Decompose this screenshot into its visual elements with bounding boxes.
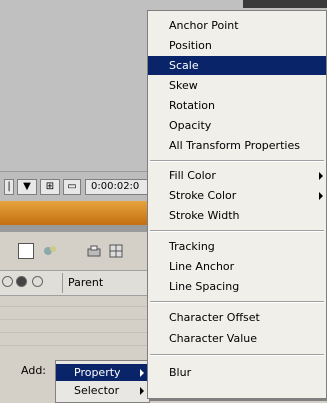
toolbar-left-button[interactable]: |: [4, 179, 14, 195]
menu-item-opacity[interactable]: Opacity: [148, 116, 326, 135]
add-label: Add:: [21, 364, 47, 377]
timeline-divider: [0, 225, 150, 232]
timeline-tab-strip: [0, 201, 150, 225]
menu-item-position[interactable]: Position: [148, 36, 326, 55]
menu-item-label: Fill Color: [169, 169, 216, 182]
layer-row: [0, 307, 150, 320]
lock-column-icon[interactable]: [2, 276, 13, 287]
safe-zones-icon[interactable]: ▭: [63, 179, 81, 195]
quality-column-icon[interactable]: [16, 276, 27, 287]
layer-rows: [0, 294, 150, 354]
submenu-item-label: Selector: [74, 384, 120, 397]
menu-item-skew[interactable]: Skew: [148, 76, 326, 95]
menu-item-fill-color[interactable]: Fill Color: [148, 166, 326, 185]
menu-item-character-offset[interactable]: Character Offset: [148, 308, 326, 327]
grid-toggle-icon[interactable]: ⊞: [40, 179, 60, 195]
menu-separator: [150, 230, 324, 232]
submenu-item-label: Property: [74, 366, 121, 379]
current-time-display[interactable]: 0:00:02:0: [85, 179, 155, 195]
parent-column-label[interactable]: Parent: [68, 276, 103, 289]
menu-item-character-value[interactable]: Character Value: [148, 329, 326, 348]
add-submenu: Property Selector: [55, 360, 150, 403]
motion-blur-icon[interactable]: [108, 243, 124, 259]
layer-row: [0, 333, 150, 346]
menu-item-line-spacing[interactable]: Line Spacing: [148, 277, 326, 296]
property-menu: Anchor Point Position Scale Skew Rotatio…: [147, 10, 327, 399]
submenu-arrow-icon: [319, 192, 323, 200]
layer-column-header: Parent: [0, 270, 150, 296]
menu-item-anchor-point[interactable]: Anchor Point: [148, 16, 326, 35]
menu-item-stroke-width[interactable]: Stroke Width: [148, 206, 326, 225]
menu-separator: [150, 301, 324, 303]
layer-row: [0, 320, 150, 333]
menu-item-all-transform-properties[interactable]: All Transform Properties: [148, 136, 326, 155]
effects-column-icon[interactable]: [32, 276, 43, 287]
menu-item-tracking[interactable]: Tracking: [148, 237, 326, 256]
menu-separator: [150, 354, 324, 356]
viewer-toolbar: | ▼ ⊞ ▭ 0:00:02:0: [0, 171, 155, 202]
menu-item-stroke-color[interactable]: Stroke Color: [148, 186, 326, 205]
menu-item-label: Stroke Color: [169, 189, 237, 202]
submenu-arrow-icon: [140, 387, 144, 395]
menu-separator: [150, 160, 324, 162]
composition-icon[interactable]: [18, 243, 34, 259]
submenu-item-selector[interactable]: Selector: [56, 382, 150, 399]
menu-item-rotation[interactable]: Rotation: [148, 96, 326, 115]
submenu-item-property[interactable]: Property: [56, 364, 150, 381]
submenu-arrow-icon: [140, 369, 144, 377]
frame-blend-icon[interactable]: [86, 243, 102, 259]
submenu-arrow-icon: [319, 172, 323, 180]
panel-top-edge: [243, 0, 327, 8]
menu-item-blur[interactable]: Blur: [148, 363, 326, 382]
menu-item-scale[interactable]: Scale: [148, 56, 326, 75]
menu-item-line-anchor[interactable]: Line Anchor: [148, 257, 326, 276]
timeline-tools-bar: [0, 232, 150, 270]
dropdown-button[interactable]: ▼: [17, 179, 37, 195]
layer-row: [0, 294, 150, 307]
column-divider: [62, 273, 63, 293]
shy-icon[interactable]: [42, 243, 58, 259]
